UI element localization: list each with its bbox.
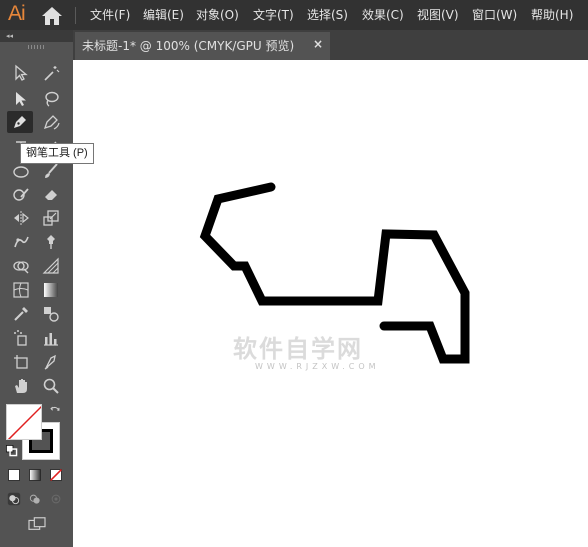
menu-file[interactable]: 文件(F) [90,8,130,22]
pin-tool-icon[interactable] [38,231,64,253]
perspective-grid-tool-icon[interactable] [38,255,64,277]
collapse-arrows-icon[interactable]: ◂◂ [6,32,13,40]
no-fill-indicator [7,405,41,439]
draw-normal-icon[interactable] [5,490,23,508]
pen-tool-icon[interactable] [7,111,33,133]
artboard-tool-icon[interactable] [8,351,34,373]
magic-wand-tool-icon[interactable] [38,62,64,84]
color-mode-icon[interactable] [5,466,23,484]
none-mode-icon[interactable] [47,466,65,484]
menu-select[interactable]: 选择(S) [307,8,348,22]
app-logo: Ai [8,2,26,25]
puppet-warp-tool-icon[interactable] [8,231,34,253]
default-fill-stroke-icon[interactable] [2,442,20,458]
zoom-tool-icon[interactable] [38,375,64,397]
screen-mode-icon[interactable] [24,514,50,534]
shape-builder-tool-icon[interactable] [8,255,34,277]
scale-tool-icon[interactable] [38,207,64,229]
close-icon[interactable]: × [313,37,323,51]
fill-swatch[interactable] [6,404,42,440]
menu-effect[interactable]: 效果(C) [362,8,404,22]
selection-tool-icon[interactable] [8,62,34,84]
draw-inside-icon[interactable] [47,490,65,508]
toolbar-grip[interactable] [28,45,46,49]
document-tab-title[interactable]: 未标题-1* @ 100% (CMYK/GPU 预览) [82,39,294,53]
symbol-sprayer-tool-icon[interactable] [8,327,34,349]
direct-selection-tool-icon[interactable] [8,88,34,110]
menu-help[interactable]: 帮助(H) [531,8,573,22]
watermark-text: 软件自学网 [233,335,363,363]
lasso-tool-icon[interactable] [38,88,64,110]
menu-divider [75,7,76,24]
pen-tool-tooltip: 钢笔工具 (P) [20,143,94,164]
eraser-tool-icon[interactable] [38,183,64,205]
blend-tool-icon[interactable] [38,303,64,325]
menu-window[interactable]: 窗口(W) [472,8,517,22]
curvature-tool-icon[interactable] [38,111,64,133]
mesh-tool-icon[interactable] [8,279,34,301]
reflect-tool-icon[interactable] [8,207,34,229]
hand-tool-icon[interactable] [8,375,34,397]
draw-behind-icon[interactable] [26,490,44,508]
slice-tool-icon[interactable] [38,351,64,373]
swap-fill-stroke-icon[interactable] [45,402,65,420]
shaper-tool-icon[interactable] [8,183,34,205]
menu-edit[interactable]: 编辑(E) [143,8,184,22]
home-icon[interactable] [40,6,64,26]
watermark: 软件自学网 WWW.RJZXW.COM [233,335,376,376]
menu-type[interactable]: 文字(T) [253,8,294,22]
gradient-mode-icon[interactable] [26,466,44,484]
menu-object[interactable]: 对象(O) [196,8,239,22]
column-graph-tool-icon[interactable] [38,327,64,349]
watermark-url: WWW.RJZXW.COM [255,362,380,371]
gradient-tool-icon[interactable] [38,279,64,301]
menu-view[interactable]: 视图(V) [417,8,459,22]
eyedropper-tool-icon[interactable] [8,303,34,325]
drawn-path[interactable] [73,60,588,547]
